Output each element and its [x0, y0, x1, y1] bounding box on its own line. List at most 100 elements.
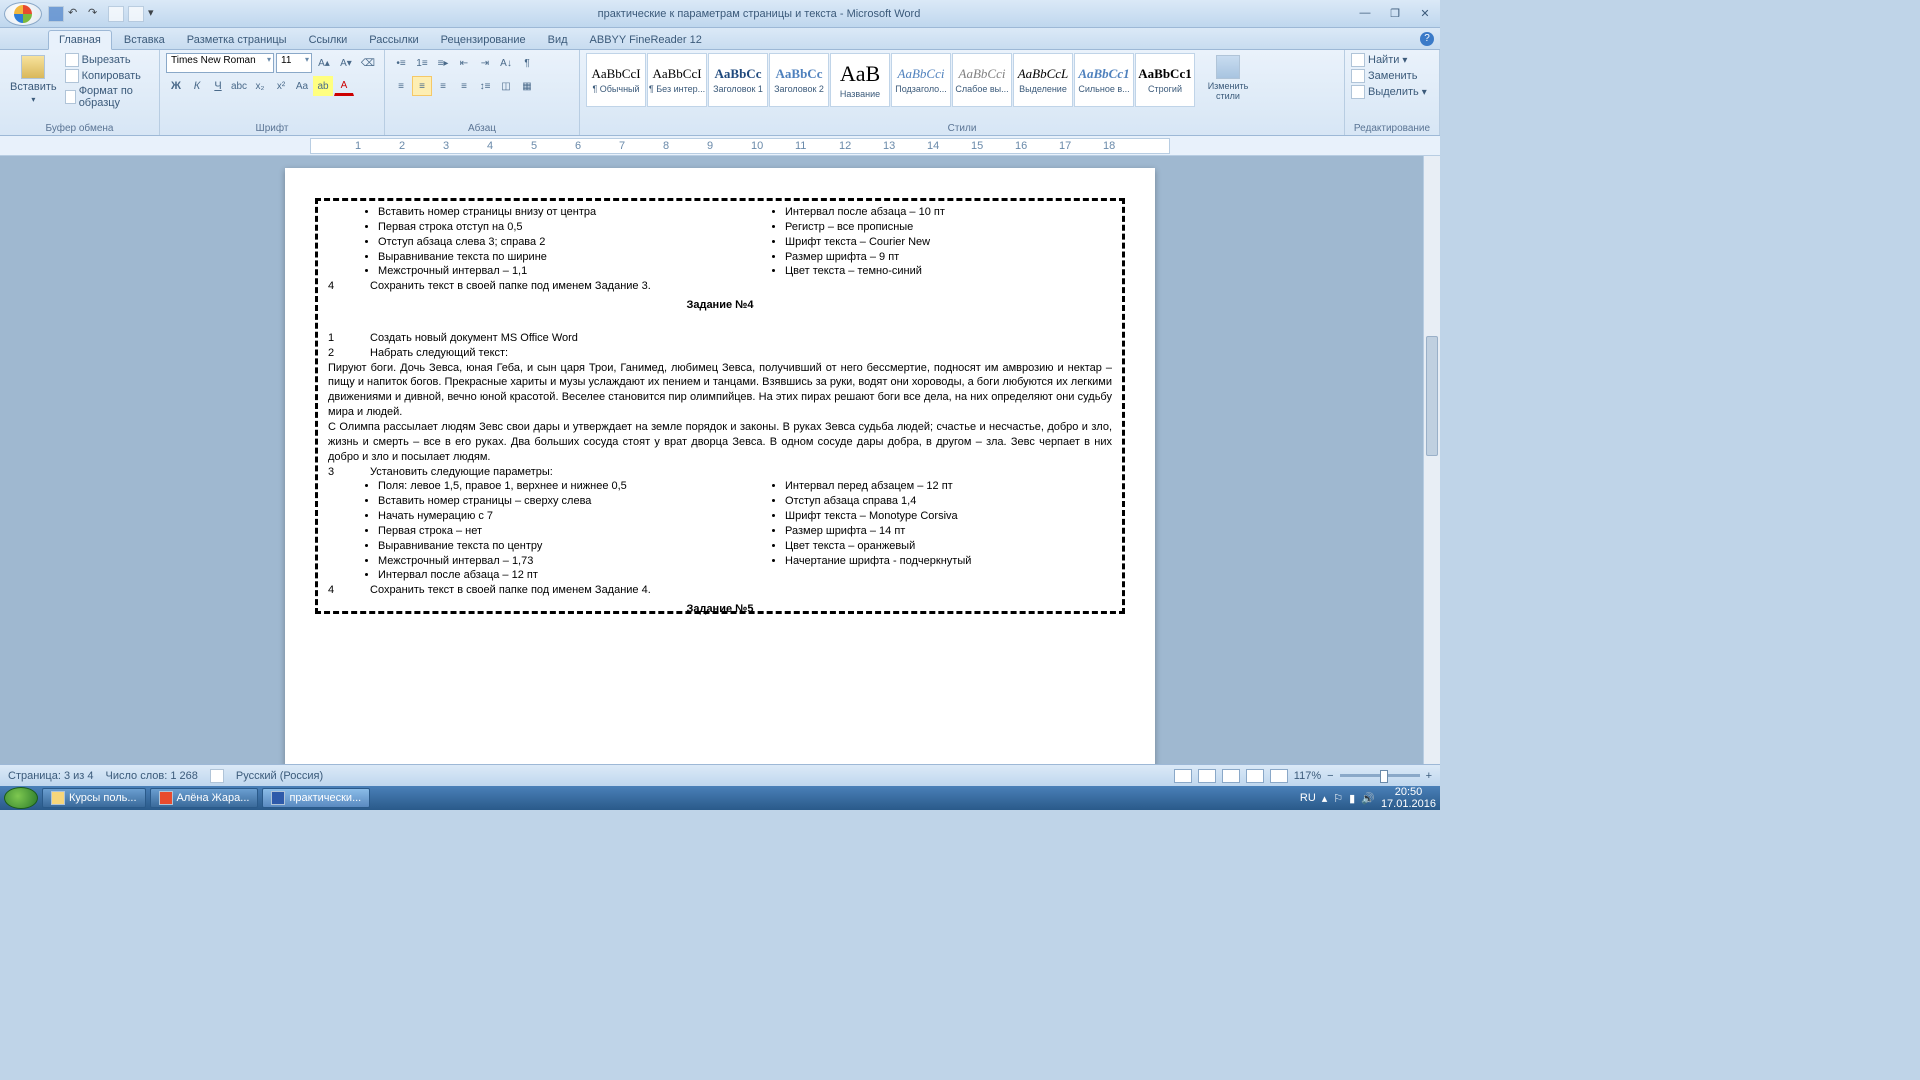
zoom-out-button[interactable]: − — [1327, 770, 1333, 782]
taskbar-item[interactable]: практически... — [262, 788, 370, 808]
style-item[interactable]: AaBbCcI¶ Обычный — [586, 53, 646, 107]
tab-references[interactable]: Ссылки — [299, 31, 358, 49]
view-web-button[interactable] — [1222, 769, 1240, 783]
style-item[interactable]: AaBbCciПодзаголо... — [891, 53, 951, 107]
show-marks-button[interactable]: ¶ — [517, 53, 537, 73]
style-item[interactable]: AaBbCc1Сильное в... — [1074, 53, 1134, 107]
view-fullscreen-button[interactable] — [1198, 769, 1216, 783]
sort-button[interactable]: A↓ — [496, 53, 516, 73]
change-case-button[interactable]: Aa — [292, 76, 312, 96]
doc-paragraph: Пируют боги. Дочь Зевса, юная Геба, и сы… — [328, 361, 1112, 420]
quickprint-icon[interactable] — [108, 6, 124, 22]
style-item[interactable]: AaBbCc1Строгий — [1135, 53, 1195, 107]
justify-button[interactable]: ≡ — [454, 76, 474, 96]
underline-button[interactable]: Ч — [208, 76, 228, 96]
align-right-button[interactable]: ≡ — [433, 76, 453, 96]
document-viewport[interactable]: Вставить номер страницы внизу от центраП… — [0, 156, 1440, 786]
clear-format-button[interactable]: ⌫ — [358, 53, 378, 73]
cut-button[interactable]: Вырезать — [65, 53, 153, 67]
taskbar-item[interactable]: Алёна Жара... — [150, 788, 259, 808]
taskbar-item[interactable]: Курсы поль... — [42, 788, 146, 808]
minimize-button[interactable]: — — [1354, 7, 1376, 20]
tab-abbyy[interactable]: ABBYY FineReader 12 — [580, 31, 712, 49]
status-language[interactable]: Русский (Россия) — [236, 770, 323, 782]
font-size-combo[interactable]: 11 — [276, 53, 312, 73]
preview-icon[interactable] — [128, 6, 144, 22]
style-item[interactable]: AaBbCcI¶ Без интер... — [647, 53, 707, 107]
tab-insert[interactable]: Вставка — [114, 31, 175, 49]
close-button[interactable]: ✕ — [1414, 7, 1436, 20]
help-icon[interactable]: ? — [1420, 32, 1434, 46]
view-draft-button[interactable] — [1270, 769, 1288, 783]
volume-icon[interactable]: 🔊 — [1361, 792, 1375, 805]
tray-language[interactable]: RU — [1300, 792, 1316, 804]
line-spacing-button[interactable]: ↕≡ — [475, 76, 495, 96]
change-styles-button[interactable]: Изменить стили — [1199, 53, 1257, 103]
scrollbar-thumb[interactable] — [1426, 336, 1438, 456]
start-button[interactable] — [4, 787, 38, 809]
redo-icon[interactable]: ↷ — [88, 6, 104, 22]
view-outline-button[interactable] — [1246, 769, 1264, 783]
borders-button[interactable]: ▦ — [517, 76, 537, 96]
qat-dropdown-icon[interactable]: ▾ — [148, 6, 164, 22]
tray-clock[interactable]: 20:50 17.01.2016 — [1381, 786, 1436, 810]
select-button[interactable]: Выделить ▾ — [1351, 85, 1427, 99]
multilevel-button[interactable]: ≡▸ — [433, 53, 453, 73]
copy-button[interactable]: Копировать — [65, 69, 153, 83]
font-name-combo[interactable]: Times New Roman — [166, 53, 274, 73]
styles-gallery[interactable]: AaBbCcI¶ ОбычныйAaBbCcI¶ Без интер...AaB… — [586, 53, 1195, 107]
restore-button[interactable]: ❐ — [1384, 7, 1406, 20]
tab-review[interactable]: Рецензирование — [431, 31, 536, 49]
grow-font-button[interactable]: A▴ — [314, 53, 334, 73]
save-icon[interactable] — [48, 6, 64, 22]
chevron-up-icon[interactable]: ▴ — [1322, 792, 1328, 805]
font-color-button[interactable]: A — [334, 76, 354, 96]
undo-icon[interactable]: ↶ — [68, 6, 84, 22]
list-item: Интервал после абзаца – 10 пт — [785, 205, 1112, 220]
window-controls: — ❐ ✕ — [1354, 7, 1436, 20]
tab-layout[interactable]: Разметка страницы — [177, 31, 297, 49]
strike-button[interactable]: abc — [229, 76, 249, 96]
style-item[interactable]: AaBНазвание — [830, 53, 890, 107]
replace-button[interactable]: Заменить — [1351, 69, 1417, 83]
highlight-button[interactable]: ab — [313, 76, 333, 96]
bold-button[interactable]: Ж — [166, 76, 186, 96]
paste-button[interactable]: Вставить ▾ — [6, 53, 61, 106]
network-icon[interactable]: ▮ — [1349, 792, 1355, 805]
align-center-button[interactable]: ≡ — [412, 76, 432, 96]
zoom-slider[interactable] — [1340, 774, 1420, 777]
view-printlayout-button[interactable] — [1174, 769, 1192, 783]
status-words[interactable]: Число слов: 1 268 — [106, 770, 198, 782]
tab-home[interactable]: Главная — [48, 30, 112, 50]
status-page[interactable]: Страница: 3 из 4 — [8, 770, 94, 782]
office-button[interactable] — [4, 2, 42, 26]
align-left-button[interactable]: ≡ — [391, 76, 411, 96]
subscript-button[interactable]: x₂ — [250, 76, 270, 96]
list-item: Межстрочный интервал – 1,73 — [378, 554, 705, 569]
proofing-icon[interactable] — [210, 769, 224, 783]
list-item: Размер шрифта – 14 пт — [785, 524, 1112, 539]
format-painter-button[interactable]: Формат по образцу — [65, 85, 153, 109]
italic-button[interactable]: К — [187, 76, 207, 96]
outdent-button[interactable]: ⇤ — [454, 53, 474, 73]
style-item[interactable]: AaBbCcЗаголовок 1 — [708, 53, 768, 107]
style-item[interactable]: AaBbCcLВыделение — [1013, 53, 1073, 107]
indent-button[interactable]: ⇥ — [475, 53, 495, 73]
find-button[interactable]: Найти ▾ — [1351, 53, 1407, 67]
flag-icon[interactable]: ⚐ — [1333, 792, 1343, 805]
tab-view[interactable]: Вид — [538, 31, 578, 49]
style-item[interactable]: AaBbCciСлабое вы... — [952, 53, 1012, 107]
numbering-button[interactable]: 1≡ — [412, 53, 432, 73]
zoom-in-button[interactable]: + — [1426, 770, 1432, 782]
group-paragraph-label: Абзац — [391, 122, 573, 135]
status-zoom[interactable]: 117% — [1294, 770, 1321, 782]
shading-button[interactable]: ◫ — [496, 76, 516, 96]
superscript-button[interactable]: x² — [271, 76, 291, 96]
horizontal-ruler[interactable]: 123456789101112131415161718 — [310, 138, 1170, 154]
list-item: Межстрочный интервал – 1,1 — [378, 264, 705, 279]
shrink-font-button[interactable]: A▾ — [336, 53, 356, 73]
style-item[interactable]: AaBbCcЗаголовок 2 — [769, 53, 829, 107]
vertical-scrollbar[interactable] — [1423, 156, 1440, 764]
tab-mailings[interactable]: Рассылки — [359, 31, 428, 49]
bullets-button[interactable]: •≡ — [391, 53, 411, 73]
